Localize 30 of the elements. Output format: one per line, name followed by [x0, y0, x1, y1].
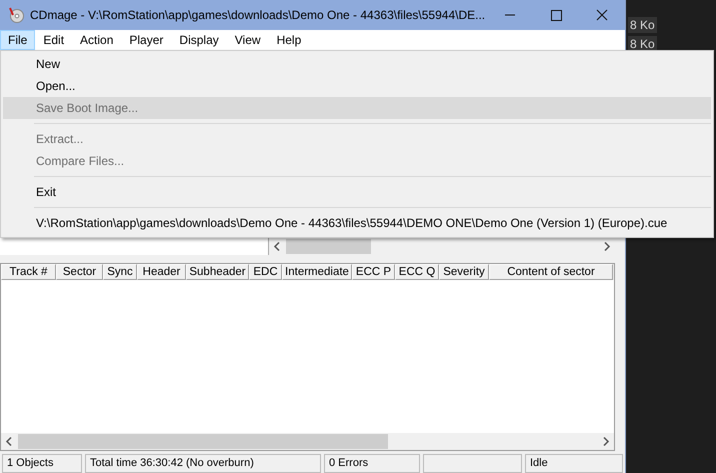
disc-icon	[8, 7, 24, 23]
menu-item[interactable]: Exit	[3, 181, 711, 203]
column-header[interactable]: ECC P	[352, 264, 395, 280]
column-header[interactable]: Severity	[439, 264, 489, 280]
menu-item[interactable]: New	[3, 53, 711, 75]
size-label: 8 Ko	[628, 17, 657, 33]
window-title: CDmage - V:\RomStation\app\games\downloads\Demo One - 44363\files\55944\DE...	[30, 8, 486, 22]
status-pane: 0 Errors	[324, 454, 420, 473]
column-header[interactable]: Track #	[1, 264, 56, 280]
column-header[interactable]: Intermediate	[282, 264, 352, 280]
horizontal-scrollbar[interactable]	[1, 433, 614, 450]
column-header[interactable]: ECC Q	[395, 264, 439, 280]
menu-item[interactable]: View	[226, 30, 269, 50]
status-pane: Total time 36:30:42 (No overburn)	[85, 454, 321, 473]
column-header[interactable]: Subheader	[186, 264, 249, 280]
menu-item[interactable]: File	[0, 30, 36, 50]
status-pane: Idle	[525, 454, 623, 473]
menu-item[interactable]: V:\RomStation\app\games\downloads\Demo One - 44363\files\55944\DEMO ONE\Demo One (Version 1) (Europe).cue	[3, 212, 711, 234]
column-header[interactable]: Sync	[103, 264, 137, 280]
menu-item[interactable]: Display	[171, 30, 227, 50]
menu-item[interactable]: Open...	[3, 75, 711, 97]
menu-item[interactable]: Edit	[35, 30, 72, 50]
menu-item[interactable]: Player	[121, 30, 172, 50]
column-header[interactable]: EDC	[249, 264, 282, 280]
column-header[interactable]: Sector	[56, 264, 103, 280]
column-header[interactable]: Content of sector	[489, 264, 613, 280]
menu-item[interactable]: Action	[72, 30, 122, 50]
status-pane: 1 Objects	[2, 454, 82, 473]
menu-item[interactable]: Help	[268, 30, 310, 50]
column-header[interactable]: Header	[137, 264, 186, 280]
